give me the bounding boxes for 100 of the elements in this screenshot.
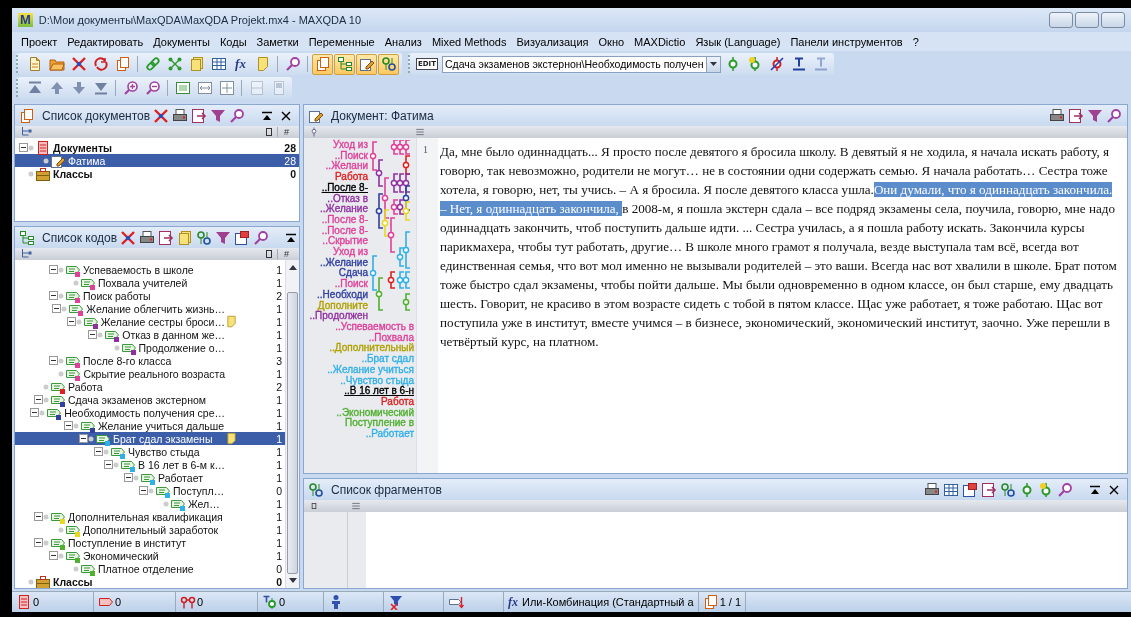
code-margin-label[interactable]: ..Отказ в: [327, 193, 368, 205]
menu-item[interactable]: Документы: [148, 35, 215, 48]
code-margin-label[interactable]: ..В 16 лет в 6-н: [344, 386, 414, 397]
code-list-item[interactable]: Поступление в институт 1: [15, 536, 285, 549]
code-margin-label[interactable]: Уход из: [333, 140, 368, 151]
menu-item[interactable]: ?: [907, 35, 924, 48]
segment-count: 3: [275, 354, 283, 367]
segment-count: 0: [275, 575, 283, 588]
code-margin-label[interactable]: ..После 8-: [321, 182, 368, 194]
code-margin-label[interactable]: ..Скрытие: [322, 236, 368, 248]
code-margin-label[interactable]: ..Поиск: [334, 150, 368, 162]
menu-item[interactable]: Анализ: [379, 35, 427, 48]
menu-item[interactable]: Заметки: [251, 35, 304, 48]
document-list-item[interactable]: Документы 28: [15, 141, 299, 154]
document-list-item[interactable]: Классы 0: [15, 167, 299, 180]
column-header[interactable]: #: [277, 249, 295, 259]
menu-item[interactable]: Mixed Methods: [426, 35, 512, 48]
code-margin-label[interactable]: ..Необходи: [317, 289, 368, 301]
code-list-item[interactable]: Брат сдал экзамены 1: [15, 432, 285, 445]
code-list-item[interactable]: Экономический 1: [15, 549, 285, 562]
code-margin-label[interactable]: ..Успеваемость в: [335, 322, 414, 333]
code-list-item[interactable]: Работает 1: [15, 471, 285, 484]
segment-count: 28: [283, 154, 297, 167]
code-list-item[interactable]: Необходимость получения сре… 1: [15, 406, 285, 419]
segment-count: 0: [275, 484, 283, 497]
line-number: 1: [422, 143, 429, 155]
status-text: Или-Комбинация (Стандартный а: [522, 596, 694, 608]
segment-count: 1: [275, 549, 283, 562]
segment-count: 1: [275, 328, 283, 341]
panel-title: Документ: Фатима: [331, 108, 435, 123]
menu-item[interactable]: Язык (Language): [690, 35, 786, 48]
code-list-item[interactable]: Поиск работы 2: [15, 289, 285, 302]
code-list-item[interactable]: Классы 0: [15, 575, 285, 588]
segment-count: 1: [275, 367, 283, 380]
code-margin-label[interactable]: ..Продолжен: [309, 311, 368, 322]
code-list-item[interactable]: Дополнительная квалификация 1: [15, 510, 285, 523]
code-list-item[interactable]: Похвала учителей 1: [15, 276, 285, 289]
menu-item[interactable]: Коды: [214, 35, 252, 48]
code-list-item[interactable]: Чувство стыда 1: [15, 445, 285, 458]
segment-count: 1: [275, 458, 283, 471]
menu-item[interactable]: Визуализация: [511, 35, 594, 48]
code-list-item[interactable]: В 16 лет в 6-м к… 1: [15, 458, 285, 471]
code-margin-label[interactable]: ..Желание: [320, 204, 368, 215]
code-list-item[interactable]: Успеваемость в школе 1: [15, 263, 285, 276]
document-list-item[interactable]: Фатима 28: [15, 154, 299, 167]
segment-count: 1: [275, 263, 283, 276]
segment-count: 1: [275, 497, 283, 510]
segment-count: 2: [275, 289, 283, 302]
menu-item[interactable]: Проект: [16, 35, 63, 48]
document-text: Да, мне было одиннадцать... Я просто после девятого я бросила школу. В девятый я не ходила, я начала искать работу, я говорю, так невозможно, родители не могут… не в состоянии одни содержать семью. Я начала работать… Сестра тоже хотела, я говорю, нет, ты учись. – А я бросила. Я после девятого класса ушла.Они думали, что я одиннадцать закончила. – Нет, я одиннадцать закончила, в 2008-м, я пошла экстерн сдала – все подряд экзамены села, поучила, говорю, мне надо одиннадцать закончить, чтоб поступить дальше идти. ... Сестра училась, а я пошла работу искать. Закончила курсы парикмахера, чтобы тут работать, другие… В школе много грамот я получала, везде выступала там всё, всегда вот единственная семья, что вот мол именно не вызывали родителей – это ваши. Всегда нас вот хвалили в школе. Брат потом тоже быстро сдал экзамены, чтобы пойти дальше. Мы были одновременно в одном классе, он был старше, ему двадцать шесть. Говорит, не красиво в этом возрасте сидеть с тобой в пятом классе. Щас уже работает, я тоже работаю. Щас вот поступила уже в институт, вместе учимся – в бизнесе, экономический, экономический институт, заочно. Уже перешли в четвёртый курс, на платном.: [439, 143, 1118, 351]
menu-item[interactable]: MAXDictio: [629, 35, 691, 48]
code-list-item[interactable]: Отказ в данном же… 1: [15, 328, 285, 341]
code-list-item[interactable]: Поступл… 0: [15, 484, 285, 497]
code-list-item[interactable]: Платное отделение 0: [15, 562, 285, 575]
panel-title: Список фрагментов: [331, 482, 443, 497]
code-list-item[interactable]: Дополнительный заработок 1: [15, 523, 285, 536]
segment-count: 0: [289, 167, 297, 180]
code-combo-box[interactable]: Сдача экзаменов экстернон\Необходимость получен: [442, 55, 722, 73]
code-list-item[interactable]: Продолжение о… 1: [15, 341, 285, 354]
panel-title: Список документов: [42, 108, 151, 123]
code-list-item[interactable]: Жел… 1: [15, 497, 285, 510]
code-list-item[interactable]: Желание облегчить жизнь… 1: [15, 302, 285, 315]
column-header[interactable]: #: [277, 127, 295, 137]
code-list-item[interactable]: Желание учиться дальше 1: [15, 419, 285, 432]
menu-item[interactable]: Окно: [593, 35, 630, 48]
segment-count: 1: [275, 393, 283, 406]
segment-count: 1: [275, 471, 283, 484]
code-list-item[interactable]: Сдача экзаменов экстерном 1: [15, 393, 285, 406]
app-logo: M: [18, 13, 33, 27]
status-text: 1 / 1: [719, 596, 742, 608]
function-glyph: fx: [508, 594, 518, 610]
status-text: 0: [197, 596, 204, 608]
panel-title: Список кодов: [42, 230, 118, 245]
segment-count: 1: [275, 510, 283, 523]
menu-item[interactable]: Редактировать: [62, 35, 149, 48]
window-title: D:\Мои документы\MaxQDA\MaxQDA Projekt.mx4 - MAXQDA 10: [38, 14, 363, 26]
code-margin-label[interactable]: ..После 8-: [321, 225, 368, 237]
toolbar-button[interactable]: fx: [230, 53, 251, 75]
segment-count: 28: [283, 141, 297, 154]
code-list-item[interactable]: После 8-го класса 3: [15, 354, 285, 367]
code-margin-label[interactable]: Уход из: [333, 247, 368, 258]
code-margin-label[interactable]: ..Поиск: [334, 279, 368, 290]
segment-count: 1: [275, 432, 283, 445]
code-margin-label[interactable]: Работа: [381, 396, 414, 408]
code-list-item[interactable]: Работа 2: [15, 380, 285, 393]
segment-count: 0: [275, 562, 283, 575]
segment-count: 1: [275, 341, 283, 354]
code-list-item[interactable]: Желание сестры броси… 1: [15, 315, 285, 328]
code-margin-label[interactable]: Работа: [335, 172, 368, 183]
menu-item[interactable]: Переменные: [303, 35, 380, 48]
menu-item[interactable]: Панели инструментов: [785, 35, 908, 48]
code-list-item[interactable]: Скрытие реального возраста 1: [15, 367, 285, 380]
code-margin-label[interactable]: ..После 8-: [321, 214, 368, 226]
segment-count: 1: [275, 445, 283, 458]
segment-count: 1: [275, 419, 283, 432]
code-margin-label[interactable]: Сдача: [338, 268, 368, 280]
segment-count: 1: [275, 536, 283, 549]
status-text: 0: [115, 596, 122, 608]
segment-count: 1: [275, 276, 283, 289]
code-margin-label[interactable]: ..Желание: [320, 257, 368, 269]
